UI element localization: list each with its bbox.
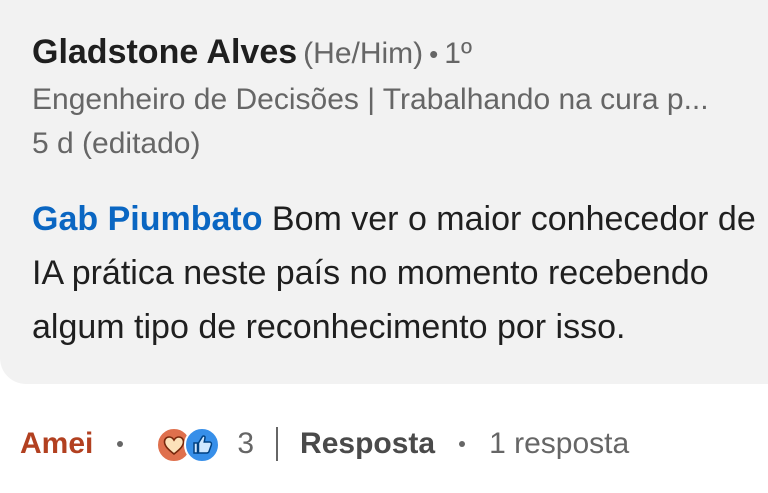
thumbs-up-icon	[184, 427, 221, 463]
author-name[interactable]: Gladstone Alves	[32, 33, 297, 71]
separator-dot	[459, 441, 466, 447]
comment-bubble: Gladstone Alves (He/Him) • 1º Engenheiro de…	[0, 0, 768, 384]
author-line: Gladstone Alves (He/Him) • 1º	[32, 30, 472, 76]
reaction-count[interactable]: 3	[237, 427, 254, 461]
action-divider	[276, 427, 279, 461]
reply-count-link[interactable]: 1 resposta	[489, 427, 629, 461]
comment-actions: Amei 3 Resposta 1 resposta	[20, 418, 629, 470]
author-pronouns: (He/Him)	[303, 37, 424, 70]
separator-dot	[117, 441, 124, 447]
comment-text-line-2: IA prática neste país no momento receben…	[32, 254, 709, 292]
reaction-summary[interactable]	[155, 424, 231, 464]
comment-text: Gab Piumbato Bom ver o maior conhecedor …	[32, 192, 768, 354]
comment-line-1: Gab Piumbato Bom ver o maior conhecedor …	[32, 192, 768, 246]
separator-dot: •	[429, 39, 439, 69]
connection-degree: 1º	[444, 37, 472, 70]
comment-text-line-1: Bom ver o maior conhecedor de	[271, 200, 756, 238]
comment-timestamp: 5 d (editado)	[32, 127, 201, 160]
mention-link[interactable]: Gab Piumbato	[32, 200, 262, 238]
reply-button[interactable]: Resposta	[300, 427, 435, 461]
comment-screen: Gladstone Alves (He/Him) • 1º Engenheiro de…	[0, 0, 768, 493]
comment-text-line-3: algum tipo de reconhecimento por isso.	[32, 308, 626, 346]
react-button[interactable]: Amei	[20, 427, 93, 461]
author-headline: Engenheiro de Decisões | Trabalhando na …	[32, 83, 709, 116]
